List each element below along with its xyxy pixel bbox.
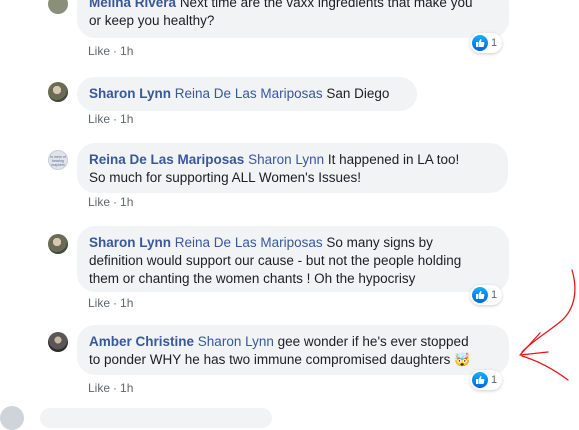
annotation-arrow-icon xyxy=(519,269,576,381)
